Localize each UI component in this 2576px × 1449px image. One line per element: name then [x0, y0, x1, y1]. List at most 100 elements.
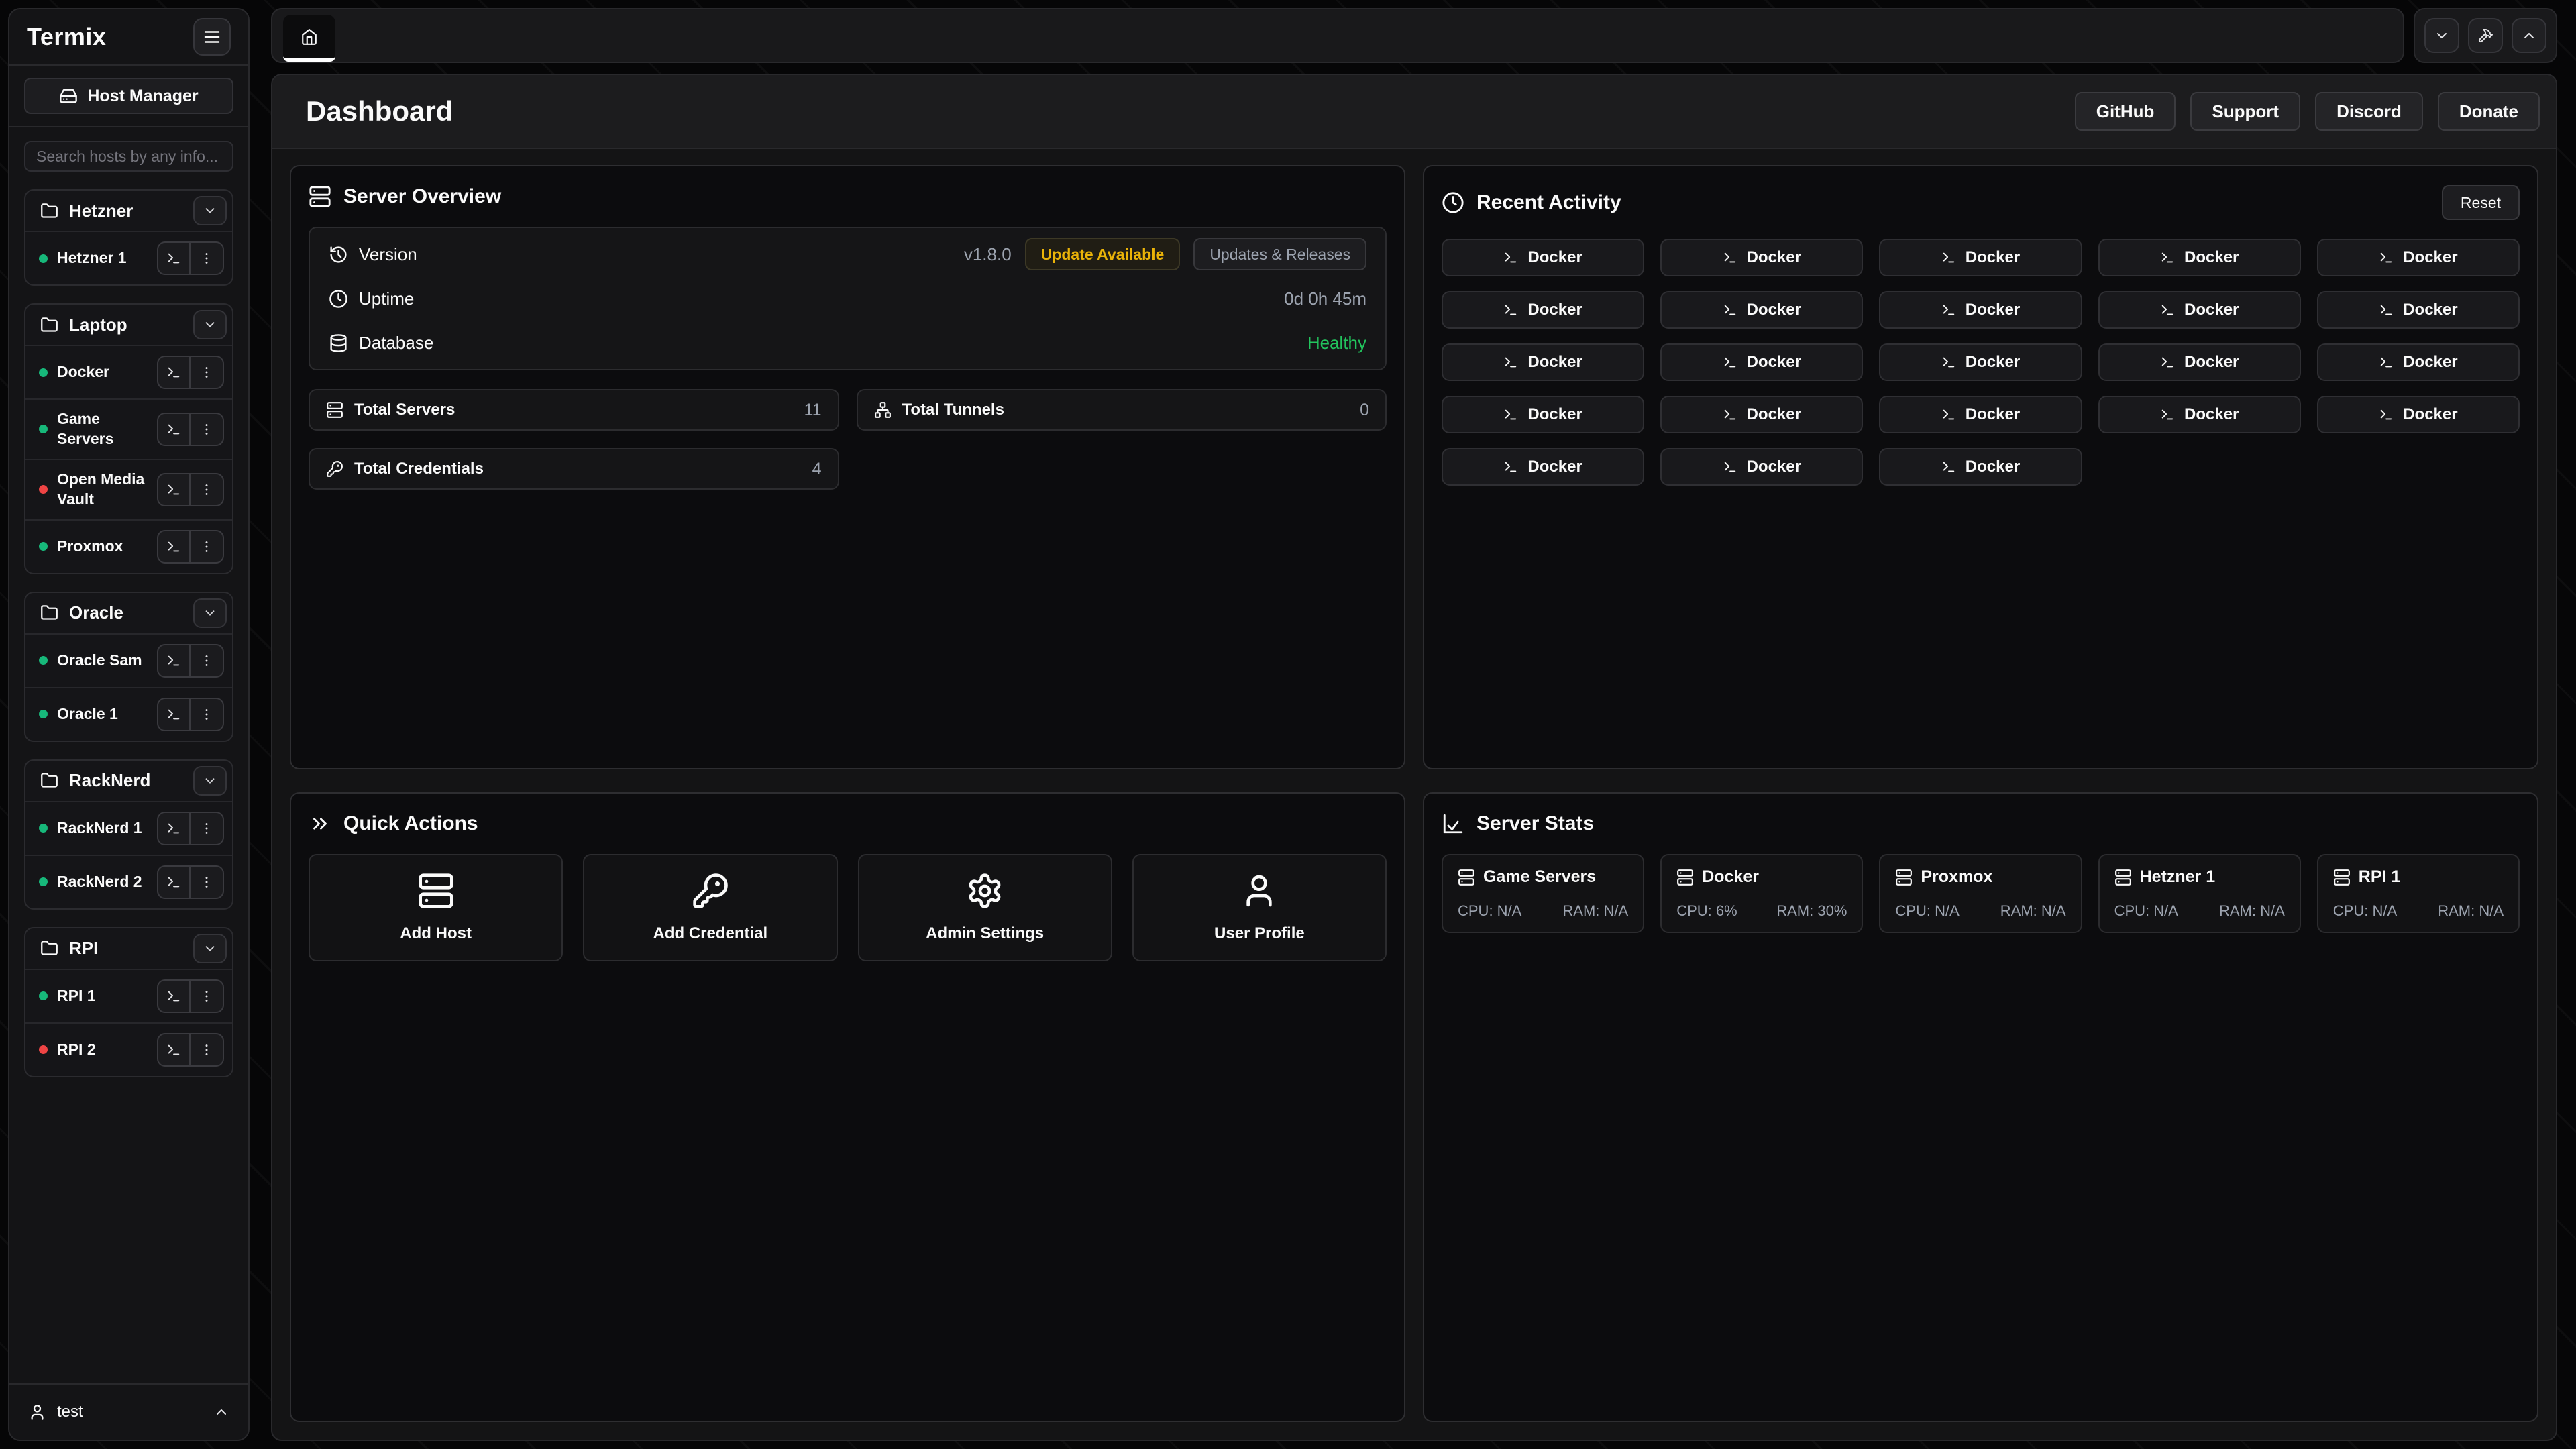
chevron-up-icon	[213, 1404, 229, 1420]
activity-label: Docker	[2403, 301, 2457, 319]
open-terminal-button[interactable]	[158, 813, 191, 844]
host-menu-button[interactable]	[191, 867, 223, 898]
host-menu-button[interactable]	[191, 474, 223, 505]
host-controls	[157, 812, 224, 845]
group-header[interactable]: Hetzner	[25, 191, 232, 231]
admin-settings-button[interactable]: Admin Settings	[858, 854, 1112, 961]
activity-item[interactable]: Docker	[1879, 343, 2082, 381]
host-row[interactable]: RPI 1	[25, 969, 232, 1022]
open-terminal-button[interactable]	[158, 474, 191, 505]
activity-item[interactable]: Docker	[1879, 448, 2082, 486]
open-terminal-button[interactable]	[158, 645, 191, 676]
activity-item[interactable]: Docker	[1442, 239, 1644, 276]
activity-item[interactable]: Docker	[1660, 396, 1863, 433]
updates-releases-button[interactable]: Updates & Releases	[1193, 238, 1366, 270]
search-input[interactable]	[24, 141, 233, 172]
group-collapse-button[interactable]	[193, 196, 227, 225]
user-menu[interactable]: test	[9, 1383, 248, 1440]
host-row[interactable]: RPI 2	[25, 1022, 232, 1076]
discord-button[interactable]: Discord	[2315, 92, 2423, 131]
github-button[interactable]: GitHub	[2075, 92, 2176, 131]
group-collapse-button[interactable]	[193, 766, 227, 796]
activity-item[interactable]: Docker	[1879, 291, 2082, 329]
activity-item[interactable]: Docker	[1879, 239, 2082, 276]
host-menu-button[interactable]	[191, 1034, 223, 1065]
open-terminal-button[interactable]	[158, 1034, 191, 1065]
support-button[interactable]: Support	[2190, 92, 2300, 131]
host-menu-button[interactable]	[191, 357, 223, 388]
group-name: RackNerd	[69, 770, 150, 791]
host-row[interactable]: Hetzner 1	[25, 231, 232, 284]
user-profile-button[interactable]: User Profile	[1132, 854, 1387, 961]
activity-item[interactable]: Docker	[1442, 448, 1644, 486]
host-manager-section: Host Manager	[9, 66, 248, 127]
activity-item[interactable]: Docker	[1442, 396, 1644, 433]
open-terminal-button[interactable]	[158, 414, 191, 445]
host-row[interactable]: Oracle Sam	[25, 633, 232, 687]
hamburger-menu-button[interactable]	[193, 18, 231, 56]
activity-item[interactable]: Docker	[2098, 396, 2301, 433]
open-terminal-button[interactable]	[158, 243, 191, 274]
collapse-down-button[interactable]	[2424, 18, 2459, 53]
group-header[interactable]: RPI	[25, 928, 232, 969]
host-row[interactable]: RackNerd 2	[25, 855, 232, 908]
activity-item[interactable]: Docker	[2098, 291, 2301, 329]
stat-ram: RAM: N/A	[2438, 902, 2504, 920]
open-terminal-button[interactable]	[158, 981, 191, 1012]
host-manager-button[interactable]: Host Manager	[24, 78, 233, 114]
group-collapse-button[interactable]	[193, 934, 227, 963]
open-terminal-button[interactable]	[158, 867, 191, 898]
host-menu-button[interactable]	[191, 243, 223, 274]
activity-item[interactable]: Docker	[2317, 396, 2520, 433]
topbar	[271, 8, 2557, 63]
collapse-up-button[interactable]	[2512, 18, 2546, 53]
tab-home[interactable]	[283, 15, 335, 62]
folder-icon	[40, 316, 58, 334]
host-controls	[157, 530, 224, 564]
activity-item[interactable]: Docker	[2098, 343, 2301, 381]
add-credential-button[interactable]: Add Credential	[583, 854, 837, 961]
group-collapse-button[interactable]	[193, 598, 227, 628]
terminal-icon	[1503, 303, 1518, 317]
activity-item[interactable]: Docker	[1660, 343, 1863, 381]
host-menu-button[interactable]	[191, 981, 223, 1012]
reset-button[interactable]: Reset	[2442, 185, 2520, 220]
host-menu-button[interactable]	[191, 531, 223, 562]
open-terminal-button[interactable]	[158, 699, 191, 730]
activity-item[interactable]: Docker	[2317, 343, 2520, 381]
group-header[interactable]: RackNerd	[25, 761, 232, 801]
activity-item[interactable]: Docker	[2317, 291, 2520, 329]
activity-item[interactable]: Docker	[1660, 448, 1863, 486]
donate-button[interactable]: Donate	[2438, 92, 2540, 131]
sidebar-header: Termix	[9, 9, 248, 66]
host-menu-button[interactable]	[191, 414, 223, 445]
open-terminal-button[interactable]	[158, 357, 191, 388]
host-row[interactable]: Docker	[25, 345, 232, 398]
update-available-badge[interactable]: Update Available	[1025, 238, 1181, 270]
activity-item[interactable]: Docker	[1879, 396, 2082, 433]
activity-item[interactable]: Docker	[2098, 239, 2301, 276]
host-row[interactable]: Game Servers	[25, 398, 232, 459]
activity-item[interactable]: Docker	[1442, 343, 1644, 381]
activity-item[interactable]: Docker	[1660, 291, 1863, 329]
host-controls	[157, 865, 224, 899]
tools-button[interactable]	[2468, 18, 2503, 53]
open-terminal-button[interactable]	[158, 531, 191, 562]
host-row[interactable]: Oracle 1	[25, 687, 232, 741]
group-header[interactable]: Oracle	[25, 593, 232, 633]
activity-item[interactable]: Docker	[2317, 239, 2520, 276]
host-menu-button[interactable]	[191, 813, 223, 844]
group-collapse-button[interactable]	[193, 310, 227, 339]
quick-actions-title: Quick Actions	[343, 812, 478, 835]
activity-item[interactable]: Docker	[1660, 239, 1863, 276]
host-row[interactable]: RackNerd 1	[25, 801, 232, 855]
host-row[interactable]: Open Media Vault	[25, 459, 232, 519]
host-menu-button[interactable]	[191, 645, 223, 676]
group-header[interactable]: Laptop	[25, 305, 232, 345]
add-host-button[interactable]: Add Host	[309, 854, 563, 961]
host-menu-button[interactable]	[191, 699, 223, 730]
terminal-icon	[166, 653, 181, 668]
activity-item[interactable]: Docker	[1442, 291, 1644, 329]
folder-icon	[40, 604, 58, 622]
host-row[interactable]: Proxmox	[25, 519, 232, 573]
